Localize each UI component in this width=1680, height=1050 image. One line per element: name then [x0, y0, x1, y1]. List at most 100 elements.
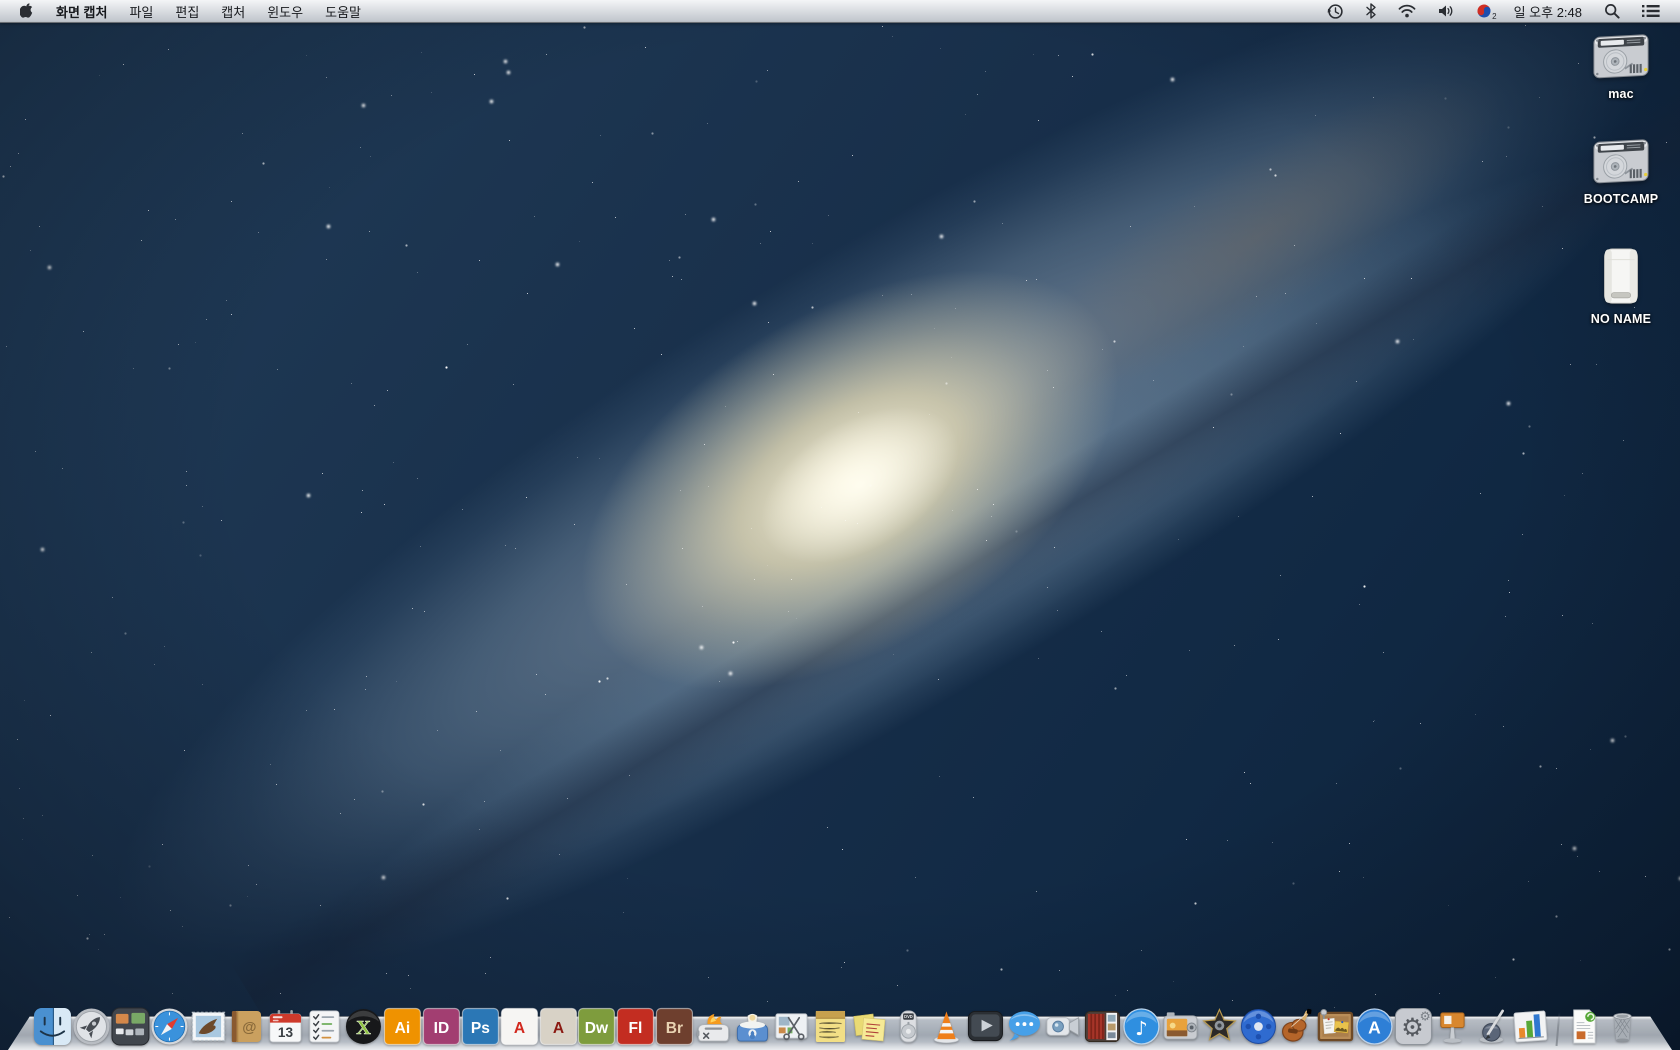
svg-text:Fl: Fl: [629, 1020, 643, 1037]
menu-capture[interactable]: 캡처: [210, 0, 256, 22]
dock-item-pinboard-app[interactable]: [1316, 1004, 1355, 1046]
dock-item-toast-titanium[interactable]: [694, 1004, 733, 1046]
dock-item-launchpad[interactable]: [72, 1004, 111, 1046]
dock-item-mail[interactable]: [189, 1004, 228, 1046]
dock-item-trash[interactable]: [1603, 1004, 1642, 1046]
status-notification-center[interactable]: [1634, 0, 1668, 22]
apple-menu[interactable]: [14, 0, 45, 22]
reminders-icon: [309, 1010, 340, 1043]
contacts-icon: @: [232, 1010, 262, 1043]
spotlight-search-icon: [1605, 4, 1620, 19]
status-spotlight[interactable]: [1596, 0, 1628, 22]
removable-drive-icon: [1604, 248, 1638, 304]
roxio-popcorn-icon: [736, 1013, 768, 1042]
dreamweaver-icon: Dw: [578, 1007, 616, 1046]
internal-hard-drive-icon: [1593, 139, 1649, 184]
dock-item-calendar[interactable]: 13: [266, 1004, 305, 1046]
dock-item-acrobat-pro[interactable]: A: [539, 1004, 578, 1046]
dock-item-grab[interactable]: [772, 1004, 811, 1046]
pinboard-app-icon: [1318, 1008, 1354, 1042]
dock-item-contacts[interactable]: @: [227, 1004, 266, 1046]
document-icon: [1573, 1009, 1596, 1044]
vignette: [0, 0, 1680, 1050]
menu-help[interactable]: 도움말: [314, 0, 372, 22]
facetime-icon: [1046, 1016, 1080, 1037]
desktop-volume-no-name[interactable]: NO NAME: [1560, 245, 1680, 326]
dock-item-notes[interactable]: [811, 1004, 850, 1046]
dock-item-roxio-popcorn[interactable]: [733, 1004, 772, 1046]
mail-icon: [191, 1011, 225, 1042]
dock-item-imovie[interactable]: [1200, 1004, 1239, 1046]
dock-item-quarkxpress[interactable]: X: [344, 1004, 383, 1046]
launchpad-icon: [73, 1008, 110, 1045]
dock-item-messages[interactable]: [1005, 1004, 1044, 1046]
bridge-icon: Br: [656, 1007, 694, 1046]
dock-item-mission-control[interactable]: [111, 1004, 150, 1046]
svg-text:Dw: Dw: [585, 1020, 609, 1037]
volume-label: mac: [1608, 87, 1634, 101]
dock-item-photoshop[interactable]: Ps: [461, 1004, 500, 1046]
status-bluetooth[interactable]: [1358, 0, 1384, 22]
korean-flag-icon: [1477, 4, 1491, 18]
dock-item-flash[interactable]: Fl: [616, 1004, 655, 1046]
system-preferences-icon: ⚙⚙: [1395, 1008, 1433, 1045]
dock-item-acrobat-reader[interactable]: A: [500, 1004, 539, 1046]
app-menu-screen-capture[interactable]: 화면 캡처: [45, 0, 118, 22]
dock-item-iphoto[interactable]: [1161, 1004, 1200, 1046]
svg-text:Ai: Ai: [395, 1020, 411, 1037]
dock-divider: [1550, 1006, 1564, 1046]
messages-icon: [1009, 1011, 1041, 1041]
svg-text:A: A: [1368, 1017, 1381, 1037]
dock-item-dreamweaver[interactable]: Dw: [577, 1004, 616, 1046]
volume-label: NO NAME: [1590, 312, 1652, 326]
dock-item-finder[interactable]: [33, 1004, 72, 1046]
keynote-icon: [1440, 1012, 1465, 1043]
menu-file[interactable]: 파일: [118, 0, 164, 22]
dock-item-quicktime-player[interactable]: [966, 1004, 1005, 1046]
dock-item-safari[interactable]: [150, 1004, 189, 1046]
dock-item-pages[interactable]: [1472, 1004, 1511, 1046]
finder-icon: [33, 1008, 71, 1045]
indesign-icon: ID: [422, 1007, 460, 1046]
quarkxpress-icon: X: [346, 1008, 382, 1045]
dock-item-reminders[interactable]: [305, 1004, 344, 1046]
dock-item-vlc[interactable]: [927, 1004, 966, 1046]
dock-item-document[interactable]: [1564, 1004, 1603, 1046]
input-source-badge: 2: [1492, 12, 1497, 21]
numbers-icon: [1513, 1010, 1548, 1043]
desktop-volume-bootcamp[interactable]: BOOTCAMP: [1560, 131, 1680, 206]
dock-item-system-preferences[interactable]: ⚙ ⚙: [1394, 1004, 1433, 1046]
dock-item-idvd[interactable]: [1239, 1004, 1278, 1046]
menu-edit[interactable]: 편집: [164, 0, 210, 22]
dock-item-keynote[interactable]: [1433, 1004, 1472, 1046]
menu-clock[interactable]: 일 오후 2:48: [1506, 2, 1590, 21]
dock-item-indesign[interactable]: ID: [422, 1004, 461, 1046]
dock-item-itunes[interactable]: ♪: [1122, 1004, 1161, 1046]
dock-row: @13 X Ai ID Ps A A Dw Fl Br DVD ♪ A ⚙ ⚙: [33, 1004, 1642, 1046]
internal-hard-drive-icon: [1593, 34, 1649, 79]
volume-label: BOOTCAMP: [1583, 192, 1659, 206]
dock-item-facetime[interactable]: [1044, 1004, 1083, 1046]
svg-text:Br: Br: [666, 1020, 683, 1037]
toast-titanium-icon: [697, 1013, 730, 1042]
desktop-volume-mac[interactable]: mac: [1560, 26, 1680, 101]
status-wifi[interactable]: [1390, 0, 1424, 22]
desktop-wallpaper: [0, 0, 1680, 1050]
menu-window[interactable]: 윈도우: [256, 0, 314, 22]
svg-text:ID: ID: [434, 1020, 450, 1037]
dock-item-numbers[interactable]: [1511, 1004, 1550, 1046]
dock-item-dvd-player[interactable]: DVD: [889, 1004, 928, 1046]
status-time-machine[interactable]: [1319, 0, 1352, 22]
dock-item-bridge[interactable]: Br: [655, 1004, 694, 1046]
dock-item-stickies[interactable]: [850, 1004, 889, 1046]
status-input-korean[interactable]: 2: [1468, 0, 1500, 22]
dock-item-illustrator[interactable]: Ai: [383, 1004, 422, 1046]
app-store-icon: A: [1356, 1008, 1393, 1045]
stickies-icon: [853, 1013, 886, 1042]
dock-item-app-store[interactable]: A: [1355, 1004, 1394, 1046]
dock-item-photo-booth[interactable]: [1083, 1004, 1122, 1046]
svg-text:⚙: ⚙: [1420, 1009, 1431, 1024]
dock-item-garageband[interactable]: [1278, 1004, 1317, 1046]
status-volume[interactable]: [1430, 0, 1462, 22]
safari-icon: [151, 1008, 188, 1045]
